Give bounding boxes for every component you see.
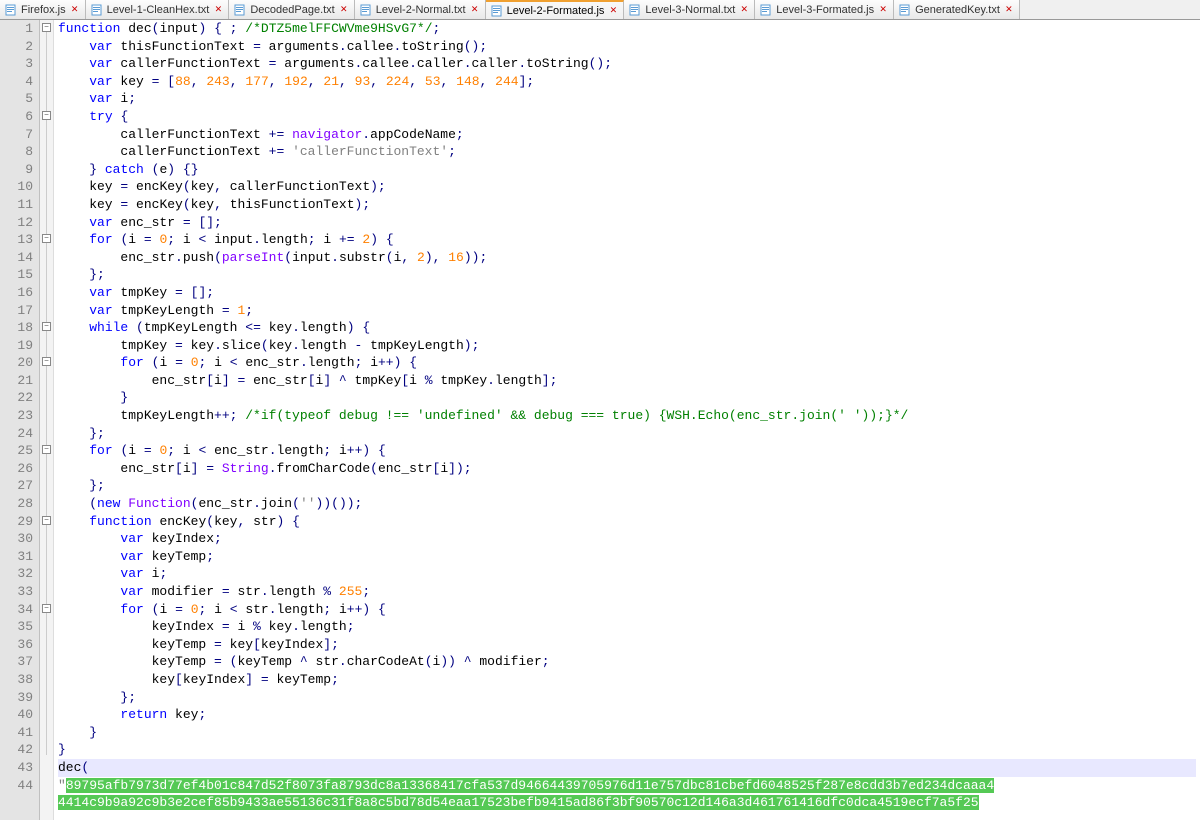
code-line: var i; xyxy=(58,90,1196,108)
tab-decodedpage-txt[interactable]: DecodedPage.txt ✕ xyxy=(229,0,354,19)
code-line: key = encKey(key, callerFunctionText); xyxy=(58,178,1196,196)
code-line: for (i = 0; i < input.length; i += 2) { xyxy=(58,231,1196,249)
tab-level-3-normal-txt[interactable]: Level-3-Normal.txt ✕ xyxy=(624,0,755,19)
close-icon[interactable]: ✕ xyxy=(213,5,223,15)
code-line: } xyxy=(58,389,1196,407)
code-area[interactable]: function dec(input) { ; /*DTZ5melFFCWVme… xyxy=(54,20,1200,820)
code-line: } catch (e) {} xyxy=(58,161,1196,179)
code-line: var callerFunctionText = arguments.calle… xyxy=(58,55,1196,73)
code-line: var key = [88, 243, 177, 192, 21, 93, 22… xyxy=(58,73,1196,91)
code-line: try { xyxy=(58,108,1196,126)
code-line: tmpKeyLength++; /*if(typeof debug !== 'u… xyxy=(58,407,1196,425)
file-icon xyxy=(899,4,911,16)
code-line: keyTemp = (keyTemp ^ str.charCodeAt(i)) … xyxy=(58,653,1196,671)
tab-label: Level-2-Formated.js xyxy=(507,5,605,17)
code-line: var modifier = str.length % 255; xyxy=(58,583,1196,601)
code-line: }; xyxy=(58,477,1196,495)
close-icon[interactable]: ✕ xyxy=(1004,5,1014,15)
file-icon xyxy=(5,4,17,16)
code-line: key = encKey(key, thisFunctionText); xyxy=(58,196,1196,214)
code-line: tmpKey = key.slice(key.length - tmpKeyLe… xyxy=(58,337,1196,355)
code-line: enc_str[i] = enc_str[i] ^ tmpKey[i % tmp… xyxy=(58,372,1196,390)
close-icon[interactable]: ✕ xyxy=(739,5,749,15)
code-line: var thisFunctionText = arguments.callee.… xyxy=(58,38,1196,56)
code-line: var i; xyxy=(58,565,1196,583)
tab-label: DecodedPage.txt xyxy=(250,4,334,16)
close-icon[interactable]: ✕ xyxy=(470,5,480,15)
code-line: keyIndex = i % key.length; xyxy=(58,618,1196,636)
code-line: dec( xyxy=(58,759,1196,777)
code-line: function encKey(key, str) { xyxy=(58,513,1196,531)
tab-label: GeneratedKey.txt xyxy=(915,4,1000,16)
code-line: for (i = 0; i < enc_str.length; i++) { xyxy=(58,442,1196,460)
file-icon xyxy=(629,4,641,16)
tab-level-2-formated-js[interactable]: Level-2-Formated.js✕ xyxy=(486,0,625,19)
code-line: (new Function(enc_str.join(''))()); xyxy=(58,495,1196,513)
fold-gutter: −−−−−−−− xyxy=(40,20,54,820)
close-icon[interactable]: ✕ xyxy=(608,6,618,16)
code-line: callerFunctionText += 'callerFunctionTex… xyxy=(58,143,1196,161)
code-line: var keyTemp; xyxy=(58,548,1196,566)
file-icon xyxy=(91,4,103,16)
line-number-gutter: 1234567891011121314151617181920212223242… xyxy=(0,20,40,820)
code-line: return key; xyxy=(58,706,1196,724)
file-icon xyxy=(491,5,503,17)
tab-level-3-formated-js[interactable]: Level-3-Formated.js ✕ xyxy=(755,0,894,19)
code-line: callerFunctionText += navigator.appCodeN… xyxy=(58,126,1196,144)
code-line: } xyxy=(58,741,1196,759)
code-line: for (i = 0; i < enc_str.length; i++) { xyxy=(58,354,1196,372)
code-editor: 1234567891011121314151617181920212223242… xyxy=(0,20,1200,820)
tab-label: Level-2-Normal.txt xyxy=(376,4,466,16)
code-line: }; xyxy=(58,425,1196,443)
code-line: var enc_str = []; xyxy=(58,214,1196,232)
code-line: enc_str[i] = String.fromCharCode(enc_str… xyxy=(58,460,1196,478)
code-line: for (i = 0; i < str.length; i++) { xyxy=(58,601,1196,619)
code-line: while (tmpKeyLength <= key.length) { xyxy=(58,319,1196,337)
code-line: } xyxy=(58,724,1196,742)
tab-bar: Firefox.js✕Level-1-CleanHex.txt✕DecodedP… xyxy=(0,0,1200,20)
tab-generatedkey-txt[interactable]: GeneratedKey.txt ✕ xyxy=(894,0,1020,19)
code-line: var tmpKeyLength = 1; xyxy=(58,302,1196,320)
close-icon[interactable]: ✕ xyxy=(878,5,888,15)
code-line: "89795afb7973d77ef4b01c847d52f8073fa8793… xyxy=(58,777,1196,795)
code-line: }; xyxy=(58,266,1196,284)
code-line: keyTemp = key[keyIndex]; xyxy=(58,636,1196,654)
tab-firefox-js[interactable]: Firefox.js ✕ xyxy=(0,0,86,19)
code-line: var tmpKey = []; xyxy=(58,284,1196,302)
file-icon xyxy=(234,4,246,16)
code-line: 4414c9b9a92c9b3e2cef85b9433ae55136c31f8a… xyxy=(58,794,1196,812)
tab-level-2-normal-txt[interactable]: Level-2-Normal.txt ✕ xyxy=(355,0,486,19)
code-line: enc_str.push(parseInt(input.substr(i, 2)… xyxy=(58,249,1196,267)
code-line: function dec(input) { ; /*DTZ5melFFCWVme… xyxy=(58,20,1196,38)
tab-label: Level-3-Normal.txt xyxy=(645,4,735,16)
tab-label: Firefox.js xyxy=(21,4,66,16)
code-line: key[keyIndex] = keyTemp; xyxy=(58,671,1196,689)
tab-label: Level-1-CleanHex.txt xyxy=(107,4,210,16)
file-icon xyxy=(360,4,372,16)
code-line: var keyIndex; xyxy=(58,530,1196,548)
close-icon[interactable]: ✕ xyxy=(70,5,80,15)
file-icon xyxy=(760,4,772,16)
close-icon[interactable]: ✕ xyxy=(339,5,349,15)
code-line: }; xyxy=(58,689,1196,707)
tab-label: Level-3-Formated.js xyxy=(776,4,874,16)
tab-level-1-cleanhex-txt[interactable]: Level-1-CleanHex.txt✕ xyxy=(86,0,230,19)
